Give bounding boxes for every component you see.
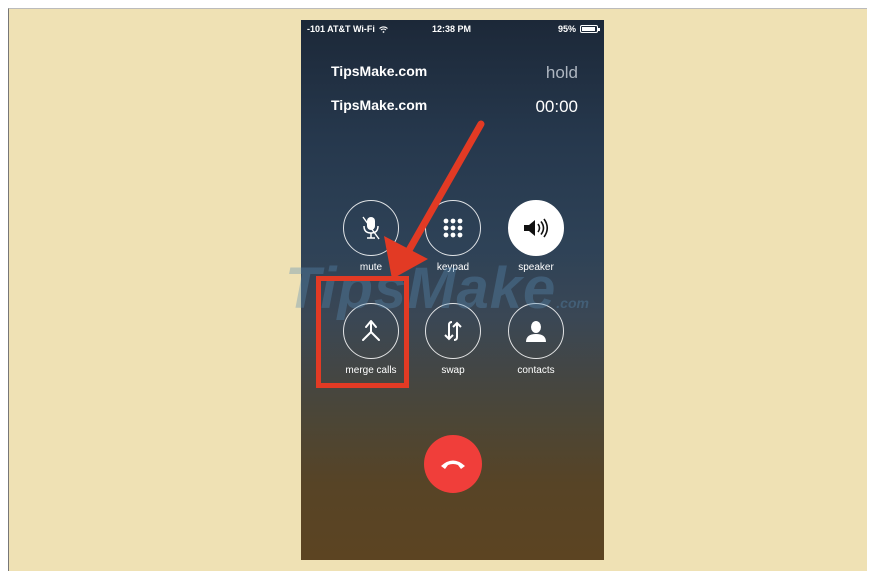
carrier-label: -101 AT&T Wi-Fi (307, 24, 389, 34)
status-time: 12:38 PM (432, 24, 472, 34)
swap-label: swap (441, 365, 465, 376)
swap-icon (444, 321, 462, 341)
end-call-button[interactable] (424, 435, 482, 493)
keypad-icon (443, 218, 463, 238)
battery-icon (580, 25, 600, 33)
speaker-icon (524, 218, 549, 238)
merge-calls-highlight (316, 276, 409, 388)
contacts-label: contacts (517, 365, 555, 376)
held-call-name: TipsMake.com (331, 63, 428, 79)
call-timer: 00:00 (535, 97, 578, 116)
carrier-text: -101 AT&T Wi-Fi (307, 24, 375, 34)
mute-circle[interactable] (343, 200, 399, 256)
mute-icon (362, 216, 380, 240)
end-call-icon (441, 460, 465, 469)
watermark-suffix: .com (556, 295, 589, 311)
active-call-name: TipsMake.com (331, 97, 428, 113)
held-call-state: hold (545, 63, 578, 82)
battery-percent: 95% (557, 24, 576, 34)
contacts-icon (526, 321, 546, 342)
status-bar: -101 AT&T Wi-Fi 12:38 PM 95% (301, 20, 604, 40)
speaker-circle[interactable] (508, 200, 564, 256)
wifi-icon (379, 26, 389, 34)
battery-status: 95% (557, 24, 600, 34)
keypad-circle[interactable] (425, 200, 481, 256)
